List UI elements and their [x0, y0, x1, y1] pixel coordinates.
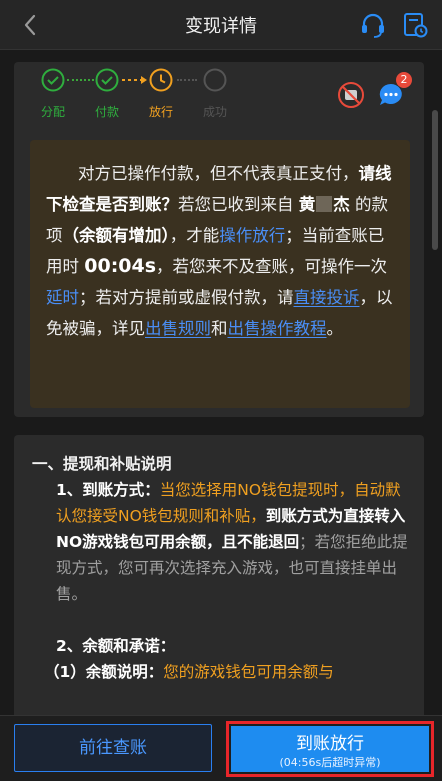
- report-scam-icon[interactable]: [336, 80, 366, 110]
- check-circle-icon: [41, 68, 65, 92]
- sell-rules-link[interactable]: 出售规则: [145, 319, 211, 338]
- scrollbar[interactable]: [432, 110, 438, 250]
- payer-name: 黄: [298, 195, 316, 214]
- go-check-button[interactable]: 前往查账: [14, 724, 212, 772]
- info-item: 1、到账方式：当您选择用NO钱包提现时，自动默认您接受NO钱包规则和补贴，到账方…: [32, 477, 412, 607]
- release-link[interactable]: 操作放行: [219, 226, 285, 245]
- delay-link[interactable]: 延时: [46, 288, 79, 307]
- payer-name-end: 杰: [333, 195, 350, 214]
- item-label: 1、到账方式：: [56, 481, 160, 499]
- step-success: 成功: [192, 68, 238, 120]
- section-title: 一、提现和补贴说明: [32, 455, 172, 473]
- chat-button[interactable]: 2: [376, 72, 412, 110]
- step-release: 放行: [138, 68, 184, 120]
- complain-link[interactable]: 直接投诉: [294, 288, 360, 307]
- notice-emphasis: （余额有增加）: [62, 226, 170, 245]
- check-circle-icon: [95, 68, 119, 92]
- payment-notice: 对方已操作付款，但不代表真正支付，请线下检查是否到账？若您已收到来自 黄杰 的款…: [30, 140, 410, 408]
- order-history-icon[interactable]: [400, 10, 430, 40]
- elapsed-time: 00:04s: [84, 255, 157, 277]
- content-scroll-area[interactable]: 分配 付款 放行 成功 2 对方已操作付款，但不代表真正支付，请线下检查是否到账…: [0, 50, 442, 715]
- step-label: 成功: [202, 105, 227, 119]
- release-button-label: 到账放行: [296, 734, 364, 754]
- release-button[interactable]: 到账放行 (04:56s后超时异常): [231, 726, 429, 772]
- release-timeout-note: (04:56s后超时异常): [279, 756, 381, 769]
- item-label: （1）余额说明：: [44, 663, 164, 681]
- headset-support-icon[interactable]: [358, 10, 388, 40]
- notice-text: 若您已收到来自: [178, 195, 294, 214]
- notice-text: ，才能: [169, 226, 220, 245]
- header: 变现详情: [0, 0, 442, 50]
- sell-tutorial-link[interactable]: 出售操作教程: [228, 319, 327, 338]
- step-label: 放行: [148, 105, 173, 119]
- bottom-action-bar: 前往查账 到账放行 (04:56s后超时异常): [0, 715, 442, 781]
- step-label: 付款: [94, 105, 119, 119]
- notice-text: 和: [211, 319, 228, 338]
- step-assign: 分配: [30, 68, 76, 120]
- release-button-highlight: 到账放行 (04:56s后超时异常): [226, 721, 434, 777]
- section-subtitle: 2、余额和承诺：: [56, 637, 176, 655]
- item-highlight: 您的游戏钱包可用余额与: [163, 663, 334, 681]
- clock-icon: [149, 68, 173, 92]
- empty-circle-icon: [203, 68, 227, 92]
- redacted-block: [316, 196, 333, 212]
- withdrawal-info-card: 一、提现和补贴说明 1、到账方式：当您选择用NO钱包提现时，自动默认您接受NO钱…: [14, 435, 424, 715]
- notice-text: 对方已操作付款，但不代表真正支付，: [78, 164, 359, 183]
- notice-text: 。: [326, 319, 344, 338]
- order-status-card: 分配 付款 放行 成功 2 对方已操作付款，但不代表真正支付，请线下检查是否到账…: [14, 62, 424, 417]
- step-label: 分配: [40, 105, 65, 119]
- notice-text: ；若对方提前或虚假付款，请: [79, 288, 294, 307]
- unread-badge: 2: [396, 72, 412, 88]
- notice-text: ，若您来不及查账，可操作一次: [156, 257, 388, 276]
